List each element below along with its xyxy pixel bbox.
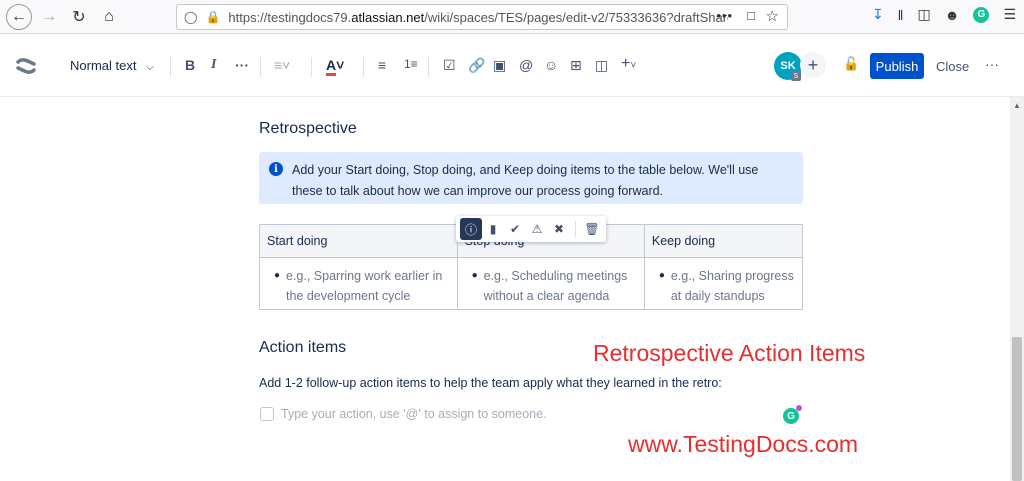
cell-text: e.g., Sharing progress at daily standups: [670, 269, 794, 303]
info-panel[interactable]: i Add your Start doing, Stop doing, and …: [259, 152, 803, 204]
account-icon[interactable]: ☻: [945, 7, 960, 23]
address-bar[interactable]: ◯ 🔒 https://testingdocs79.atlassian.net/…: [176, 4, 788, 30]
numbered-list-icon[interactable]: 1≡: [404, 57, 418, 71]
toolbar-divider: [260, 57, 261, 77]
restrictions-lock-icon[interactable]: 🔓: [843, 56, 859, 72]
task-placeholder[interactable]: Type your action, use '@' to assign to s…: [281, 407, 547, 421]
table-cell[interactable]: ● e.g., Scheduling meetings without a cle…: [456, 257, 645, 310]
note-panel-icon[interactable]: ▮: [482, 218, 504, 240]
alignment-icon[interactable]: ≡˅: [274, 57, 290, 73]
error-panel-icon[interactable]: ✖: [548, 218, 570, 240]
bold-button[interactable]: B: [185, 57, 195, 73]
action-items-description[interactable]: Add 1-2 follow-up action items to help t…: [259, 376, 722, 390]
reload-icon[interactable]: ↻: [66, 4, 92, 30]
download-icon[interactable]: ↧: [872, 6, 884, 23]
retrospective-heading: Retrospective: [259, 120, 357, 137]
overlay-title: Retrospective Action Items: [593, 340, 866, 366]
bullet-icon: ●: [658, 270, 665, 281]
grammarly-icon[interactable]: G: [783, 405, 802, 424]
text-style-label: Normal text: [70, 58, 137, 73]
url-text[interactable]: https://testingdocs79.atlassian.net/wiki…: [228, 10, 728, 25]
text-style-dropdown[interactable]: Normal text ⌵: [70, 58, 154, 73]
action-item-icon[interactable]: ☑: [443, 57, 456, 74]
info-icon: i: [269, 162, 283, 176]
info-panel-icon[interactable]: ⓘ: [460, 218, 482, 240]
bullet-icon: ●: [274, 270, 281, 281]
browser-toolbar: ← → ↻ ⌂ ◯ 🔒 https://testingdocs79.atlass…: [0, 0, 1024, 34]
cell-text: e.g., Scheduling meetings without a clea…: [483, 269, 628, 303]
warning-panel-icon[interactable]: ⚠: [526, 218, 548, 240]
toolbar-divider: [575, 221, 576, 237]
more-formatting-button[interactable]: ···: [235, 57, 249, 73]
editor-toolbar: Normal text ⌵ B I ··· ≡˅ A˅ ≡ 1≡ ☑ 🔗 ▣ @…: [0, 35, 1024, 97]
table-cell[interactable]: ● e.g., Sparring work earlier in the deve…: [259, 257, 458, 310]
table-row: ● e.g., Sparring work earlier in the deve…: [259, 257, 804, 310]
panel-type-toolbar: ⓘ ▮ ✔ ⚠ ✖ 🗑: [456, 216, 606, 242]
action-items-heading: Action items: [259, 339, 347, 356]
table-cell[interactable]: ● e.g., Sharing progress at daily standup…: [643, 257, 804, 310]
more-actions-button[interactable]: ···: [985, 56, 999, 72]
overlay-site: www.TestingDocs.com: [628, 431, 859, 457]
browser-right-tools: ↧ ‖ ◫ ☻ G ☰: [872, 6, 1016, 23]
insert-more-icon[interactable]: +˅: [621, 55, 636, 73]
close-button[interactable]: Close: [936, 59, 969, 74]
menu-icon[interactable]: ☰: [1003, 6, 1016, 23]
sidebar-icon[interactable]: ◫: [917, 6, 930, 23]
table-header-keep[interactable]: Keep doing: [643, 224, 804, 258]
grammarly-extension-icon[interactable]: G: [973, 6, 990, 23]
confluence-logo-icon[interactable]: [16, 56, 36, 76]
scrollbar-thumb[interactable]: [1012, 337, 1022, 481]
library-icon[interactable]: ‖: [898, 7, 904, 23]
link-icon[interactable]: 🔗: [468, 57, 485, 74]
publish-button[interactable]: Publish: [870, 53, 924, 79]
table-header-start[interactable]: Start doing: [259, 224, 458, 258]
toolbar-divider: [170, 57, 171, 77]
bullet-icon: ●: [471, 270, 478, 281]
toolbar-divider: [311, 57, 312, 77]
toolbar-divider: [428, 57, 429, 77]
bookmark-star-icon[interactable]: ☆: [766, 7, 779, 25]
task-checkbox[interactable]: [260, 407, 274, 421]
bullet-list-icon[interactable]: ≡: [378, 57, 386, 73]
delete-trash-icon[interactable]: 🗑: [581, 218, 603, 240]
chevron-down-icon: ⌵: [146, 62, 154, 73]
toolbar-divider: [363, 57, 364, 77]
forward-arrow-icon[interactable]: →: [36, 4, 62, 30]
info-panel-text[interactable]: Add your Start doing, Stop doing, and Ke…: [292, 160, 782, 202]
success-panel-icon[interactable]: ✔: [504, 218, 526, 240]
shield-icon[interactable]: ◯: [184, 10, 197, 24]
text-color-icon[interactable]: A˅: [326, 57, 344, 76]
avatar-badge: S: [791, 71, 801, 81]
page-scrollbar[interactable]: ▲: [1010, 97, 1024, 481]
lock-icon[interactable]: 🔒: [205, 10, 220, 24]
invite-button[interactable]: +: [800, 52, 826, 78]
italic-button[interactable]: I: [211, 57, 216, 73]
image-icon[interactable]: ▣: [493, 57, 506, 74]
layout-icon[interactable]: ◫: [595, 57, 608, 74]
emoji-icon[interactable]: ☺: [544, 57, 558, 73]
back-arrow-icon[interactable]: ←: [6, 3, 32, 30]
task-item[interactable]: Type your action, use '@' to assign to s…: [260, 407, 547, 421]
page-actions-icon[interactable]: •••: [716, 8, 733, 23]
scroll-up-icon[interactable]: ▲: [1013, 101, 1021, 110]
table-icon[interactable]: ⊞: [570, 57, 582, 74]
mention-icon[interactable]: @: [519, 57, 533, 73]
cell-text: e.g., Sparring work earlier in the devel…: [286, 269, 443, 303]
home-icon[interactable]: ⌂: [96, 4, 122, 30]
pocket-icon[interactable]: □: [747, 8, 755, 23]
